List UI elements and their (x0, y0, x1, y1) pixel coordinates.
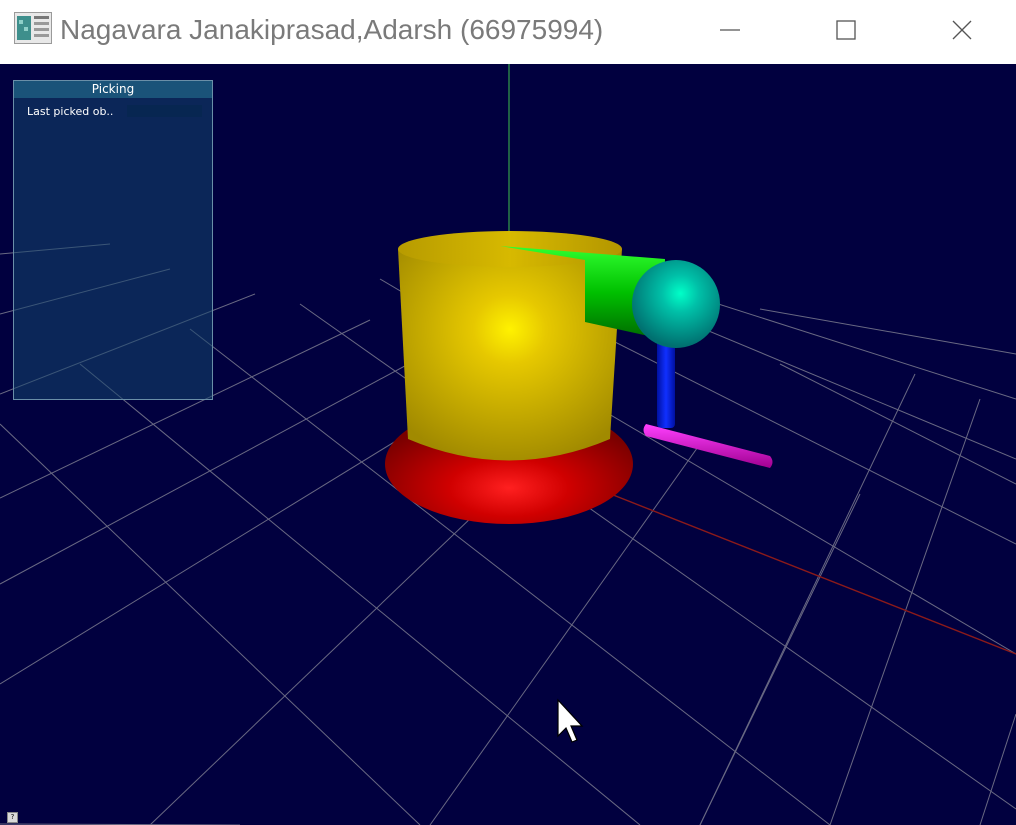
last-picked-label: Last picked ob.. (27, 105, 114, 118)
app-icon (14, 12, 52, 44)
minimize-icon (720, 29, 740, 31)
window-title: Nagavara Janakiprasad,Adarsh (66975994) (60, 14, 604, 45)
last-picked-value-field[interactable] (127, 105, 202, 117)
maximize-icon (836, 20, 856, 40)
maximize-button[interactable] (788, 0, 904, 60)
3d-viewport[interactable]: Picking Last picked ob.. ? (0, 64, 1016, 825)
picking-panel[interactable]: Picking Last picked ob.. (13, 80, 213, 400)
close-icon (952, 20, 972, 40)
minimize-button[interactable] (672, 0, 788, 60)
picking-panel-title: Picking (14, 81, 212, 98)
vertical-link[interactable] (657, 336, 675, 428)
x-axis-line (559, 473, 1016, 655)
app-window: Nagavara Janakiprasad,Adarsh (66975994) (0, 0, 1016, 825)
title-bar[interactable]: Nagavara Janakiprasad,Adarsh (66975994) (0, 0, 1016, 64)
joint-sphere[interactable] (632, 260, 720, 348)
close-button[interactable] (904, 0, 1016, 60)
mouse-cursor-icon (557, 698, 584, 743)
help-button[interactable]: ? (7, 812, 18, 823)
